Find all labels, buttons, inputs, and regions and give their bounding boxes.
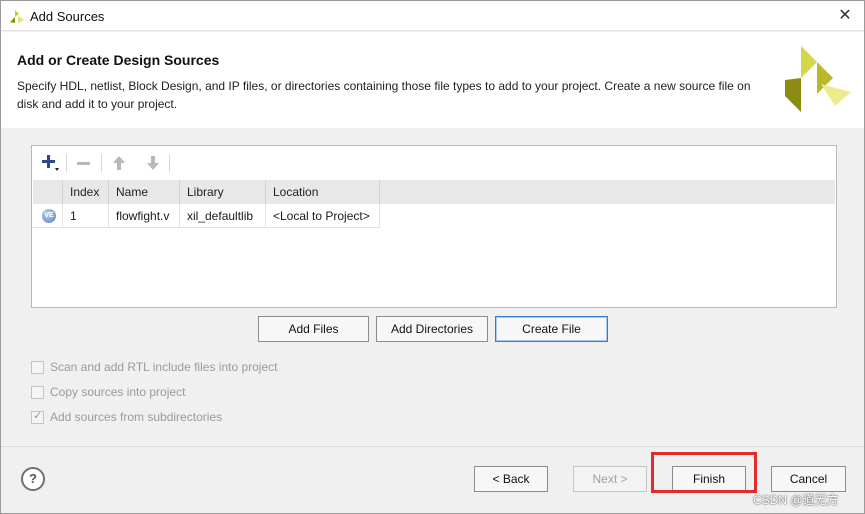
finish-label: Finish: [692, 472, 725, 486]
footer-divider: [1, 446, 864, 447]
finish-button[interactable]: Finish: [672, 466, 746, 492]
sources-toolbar: [33, 147, 835, 179]
sources-panel: Index Name Library Location VE 1 flowfig…: [31, 145, 837, 308]
back-button[interactable]: < Back: [474, 466, 548, 492]
row-index: 1: [63, 204, 109, 228]
column-header-icon: [33, 180, 63, 204]
back-label: < Back: [492, 472, 530, 486]
vivado-logo-icon: [785, 46, 851, 112]
add-directories-button[interactable]: Add Directories: [376, 316, 488, 342]
close-icon[interactable]: ✕: [832, 3, 858, 29]
scan-rtl-include-checkbox[interactable]: [31, 360, 44, 374]
scan-rtl-include-label: Scan and add RTL include files into proj…: [50, 360, 278, 374]
title-bar: Add Sources ✕: [1, 1, 864, 31]
row-icon-cell: VE: [33, 204, 63, 228]
cancel-button[interactable]: Cancel: [771, 466, 846, 492]
add-subdirectories-label: Add sources from subdirectories: [50, 410, 223, 424]
help-icon[interactable]: ?: [21, 467, 45, 491]
column-header-name[interactable]: Name: [109, 180, 180, 204]
watermark: CSDN @道无方: [753, 493, 839, 507]
column-header-location[interactable]: Location: [266, 180, 380, 204]
scan-rtl-include-option[interactable]: Scan and add RTL include files into proj…: [31, 358, 277, 376]
copy-sources-option[interactable]: Copy sources into project: [31, 383, 185, 401]
row-name: flowfight.v: [109, 204, 180, 228]
add-subdirectories-option[interactable]: Add sources from subdirectories: [31, 408, 222, 426]
create-file-button[interactable]: Create File: [495, 316, 608, 342]
remove-icon[interactable]: [72, 152, 96, 174]
column-header-index[interactable]: Index: [63, 180, 109, 204]
add-files-button[interactable]: Add Files: [258, 316, 369, 342]
page-description: Specify HDL, netlist, Block Design, and …: [17, 79, 751, 111]
verilog-file-icon: VE: [42, 209, 56, 223]
row-location: <Local to Project>: [266, 204, 380, 228]
cancel-label: Cancel: [789, 472, 828, 486]
add-icon[interactable]: [38, 152, 62, 174]
next-label: Next >: [592, 472, 628, 486]
next-button[interactable]: Next >: [573, 466, 647, 492]
create-file-label: Create File: [522, 322, 581, 336]
add-subdirectories-checkbox[interactable]: [31, 409, 44, 424]
toolbar-separator: [101, 154, 102, 172]
copy-sources-label: Copy sources into project: [50, 385, 186, 399]
toolbar-separator: [66, 154, 67, 172]
wizard-header: Add or Create Design Sources Specify HDL…: [1, 32, 864, 128]
add-files-label: Add Files: [288, 322, 339, 336]
add-directories-label: Add Directories: [390, 322, 474, 336]
move-up-icon[interactable]: [107, 152, 131, 174]
copy-sources-checkbox[interactable]: [31, 385, 44, 399]
add-sources-dialog: Add Sources ✕ Add or Create Design Sourc…: [0, 0, 865, 514]
toolbar-separator: [169, 154, 170, 172]
move-down-icon[interactable]: [141, 152, 165, 174]
row-library[interactable]: xil_defaultlib: [180, 204, 266, 228]
column-header-library[interactable]: Library: [180, 180, 266, 204]
table-header: Index Name Library Location: [33, 180, 835, 204]
table-row[interactable]: VE 1 flowfight.v xil_defaultlib <Local t…: [33, 204, 835, 228]
window-title: Add Sources: [30, 9, 105, 24]
page-title: Add or Create Design Sources: [17, 52, 220, 68]
vivado-app-icon: [10, 10, 24, 23]
